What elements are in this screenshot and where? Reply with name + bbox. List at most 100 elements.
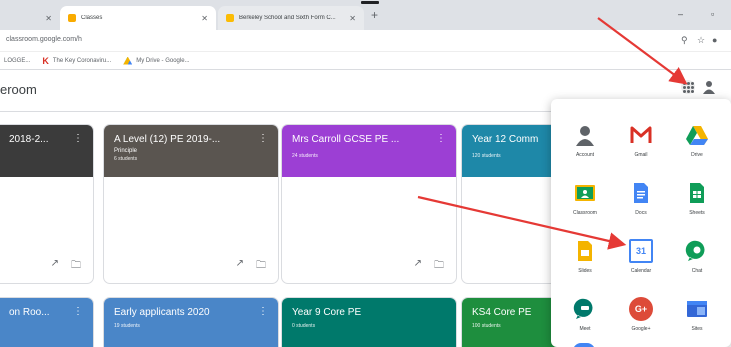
app-gmail[interactable]: Gmail (613, 117, 669, 173)
drive-icon (686, 126, 708, 145)
classroom-favicon-icon (68, 14, 76, 22)
webcam-notch (361, 1, 379, 4)
app-label: Docs (635, 210, 647, 216)
classroom-icon (575, 185, 595, 201)
student-count: 0 students (292, 323, 316, 329)
meet-icon (573, 298, 593, 319)
class-card[interactable]: Mrs Carroll GCSE PE ... 24 students ⋮ ↗ … (281, 124, 457, 284)
folder-icon[interactable]: 🗀 (256, 258, 266, 275)
url-field[interactable]: classroom.google.com/h (6, 36, 82, 43)
sites-icon (687, 301, 707, 317)
browser-tab-strip: ✕ Classes ✕ Berkeley School and Sixth Fo… (0, 0, 731, 30)
bookmark-my-drive[interactable]: My Drive - Google... (123, 56, 190, 65)
card-banner: Year 9 Core PE 0 students (282, 298, 456, 347)
app-label: Chat (691, 268, 703, 274)
trend-icon[interactable]: ↗ (236, 258, 244, 275)
app-label: Account (575, 152, 595, 158)
app-label: Google+ (631, 326, 651, 332)
bookmark-label: My Drive - Google... (136, 57, 190, 64)
app-label: Sheets (689, 210, 705, 216)
card-banner: Mrs Carroll GCSE PE ... 24 students ⋮ (282, 125, 456, 177)
card-banner: A Level (12) PE 2019-... Principle 6 stu… (104, 125, 278, 177)
google-apps-button[interactable] (681, 80, 695, 94)
folder-icon[interactable]: 🗀 (434, 258, 444, 275)
app-docs[interactable]: Docs (613, 175, 669, 231)
student-count: 6 students (114, 156, 138, 162)
student-count: 19 students (114, 323, 140, 329)
bookmark-logge[interactable]: LOGGE... (4, 58, 30, 64)
app-label: Classroom (573, 210, 597, 216)
search-icon[interactable]: ⚲ (681, 35, 688, 46)
class-card[interactable]: 2018-2... ⋮ ↗ 🗀 (0, 124, 94, 284)
app-label: Gmail (634, 152, 648, 158)
gmail-icon (630, 126, 652, 143)
class-card[interactable]: A Level (12) PE 2019-... Principle 6 stu… (103, 124, 279, 284)
tab-title: Classes (81, 15, 103, 21)
google-plus-glyph: G+ (634, 304, 648, 314)
slides-icon (578, 241, 592, 261)
app-label: Meet (579, 326, 591, 332)
tab-title: Berkeley School and Sixth Form C... (239, 15, 336, 21)
account-avatar-icon[interactable] (701, 79, 717, 95)
card-title[interactable]: Mrs Carroll GCSE PE ... (292, 134, 432, 145)
more-options-icon[interactable]: ⋮ (258, 306, 268, 317)
app-slides[interactable]: Slides (557, 233, 613, 289)
more-options-icon[interactable]: ⋮ (258, 133, 268, 144)
docs-icon (634, 183, 648, 203)
launcher-next-row-hint (573, 343, 595, 347)
trend-icon[interactable]: ↗ (414, 258, 422, 275)
chat-icon (685, 240, 705, 261)
calendar-icon: 31 (629, 239, 653, 263)
tab-classes[interactable]: Classes ✕ (60, 6, 216, 30)
card-title[interactable]: A Level (12) PE 2019-... (114, 134, 254, 145)
card-title[interactable]: Early applicants 2020 (114, 307, 254, 318)
minimize-button[interactable]: – (678, 9, 683, 19)
address-bar: classroom.google.com/h ⚲ ☆ ● (0, 30, 731, 52)
app-google-plus[interactable]: G+ Google+ (613, 291, 669, 347)
school-favicon-icon (226, 14, 234, 22)
card-title[interactable]: Year 9 Core PE (292, 307, 432, 318)
app-meet[interactable]: Meet (557, 291, 613, 347)
app-sites[interactable]: Sites (669, 291, 725, 347)
close-tab-icon[interactable]: ✕ (45, 14, 52, 23)
close-tab-icon[interactable]: ✕ (201, 14, 208, 23)
trend-icon[interactable]: ↗ (51, 258, 59, 275)
account-icon (576, 126, 594, 146)
google-plus-icon: G+ (629, 297, 653, 321)
more-options-icon[interactable]: ⋮ (73, 133, 83, 144)
app-chat[interactable]: Chat (669, 233, 725, 289)
class-card[interactable]: Early applicants 2020 19 students ⋮ (103, 297, 279, 347)
app-title: eroom (0, 82, 37, 97)
drive-icon (123, 56, 133, 65)
maximize-button[interactable]: ▫ (711, 9, 714, 19)
more-options-icon[interactable]: ⋮ (73, 306, 83, 317)
card-banner: 2018-2... ⋮ (0, 125, 93, 177)
google-apps-launcher: Account Gmail Drive Classroom Docs Sheet… (551, 99, 731, 347)
bookmark-label: LOGGE... (4, 57, 31, 64)
bookmarks-bar: LOGGE... K The Key Coronaviru... My Driv… (0, 52, 731, 70)
class-card[interactable]: Year 9 Core PE 0 students (281, 297, 457, 347)
card-banner: Early applicants 2020 19 students ⋮ (104, 298, 278, 347)
bookmark-label: The Key Coronaviru... (52, 57, 112, 64)
app-account[interactable]: Account (557, 117, 613, 173)
class-card[interactable]: on Roo... ⋮ (0, 297, 94, 347)
tab-berkeley-school[interactable]: Berkeley School and Sixth Form C... ✕ (218, 6, 364, 30)
app-classroom[interactable]: Classroom (557, 175, 613, 231)
profile-icon[interactable]: ● (712, 35, 717, 45)
card-subtitle: Principle (114, 148, 138, 154)
app-label: Slides (578, 268, 592, 274)
card-banner: on Roo... ⋮ (0, 298, 93, 347)
app-sheets[interactable]: Sheets (669, 175, 725, 231)
app-label: Drive (691, 152, 703, 158)
student-count: 24 students (292, 153, 318, 159)
more-options-icon[interactable]: ⋮ (436, 133, 446, 144)
tab-previous[interactable]: ✕ (0, 6, 60, 30)
close-tab-icon[interactable]: ✕ (349, 14, 356, 23)
star-icon[interactable]: ☆ (697, 35, 705, 46)
app-drive[interactable]: Drive (669, 117, 725, 173)
bookmark-the-key[interactable]: K The Key Coronaviru... (42, 56, 111, 66)
app-calendar[interactable]: 31 Calendar (613, 233, 669, 289)
new-tab-button[interactable]: + (371, 8, 378, 22)
folder-icon[interactable]: 🗀 (71, 258, 81, 275)
app-label: Sites (691, 326, 703, 332)
